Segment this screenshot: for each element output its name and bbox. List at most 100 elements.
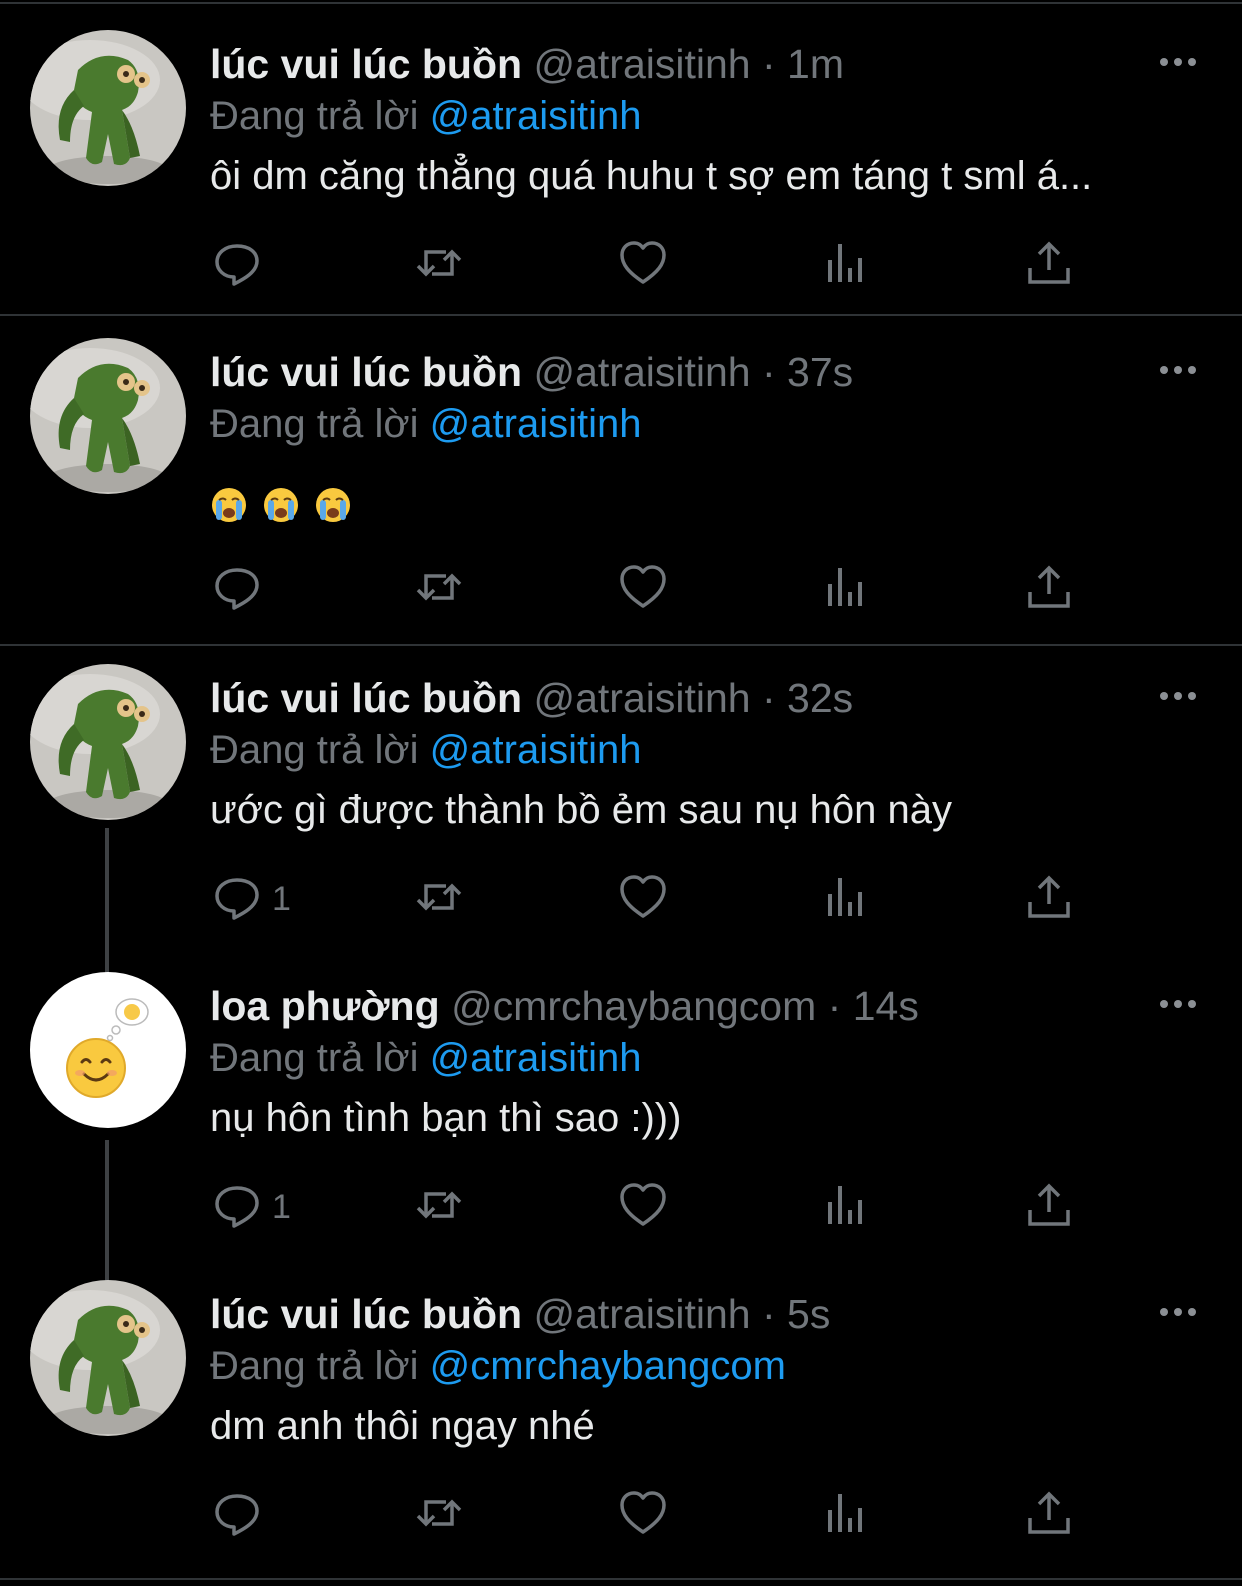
reply-mention[interactable]: @atraisitinh xyxy=(430,1036,642,1080)
tweet-text xyxy=(210,476,366,528)
tweet-header: lúc vui lúc buồn @atraisitinh · 32s xyxy=(210,672,853,724)
more-options-icon[interactable] xyxy=(1158,684,1198,708)
replying-to: Đang trả lời @atraisitinh xyxy=(210,90,641,142)
like-button[interactable] xyxy=(618,235,668,295)
tweet-text: ôi dm căng thẳng quá huhu t sợ em táng t… xyxy=(210,154,1093,198)
timestamp[interactable]: 5s xyxy=(787,1291,830,1337)
divider xyxy=(0,1578,1242,1580)
user-handle[interactable]: @atraisitinh xyxy=(533,349,750,395)
user-handle[interactable]: @atraisitinh xyxy=(533,41,750,87)
tweet-text: nụ hôn tình bạn thì sao :))) xyxy=(210,1096,682,1140)
views-icon xyxy=(822,1180,872,1235)
retweet-icon xyxy=(414,238,464,293)
separator-dot: · xyxy=(761,41,776,87)
views-button[interactable] xyxy=(822,1177,872,1237)
user-handle[interactable]: @atraisitinh xyxy=(533,1291,750,1337)
more-options-icon[interactable] xyxy=(1158,50,1198,74)
separator-dot: · xyxy=(761,1291,776,1337)
like-icon xyxy=(618,562,668,617)
views-button[interactable] xyxy=(822,235,872,295)
reply-mention[interactable]: @atraisitinh xyxy=(430,94,642,138)
avatar[interactable] xyxy=(30,972,186,1128)
share-icon xyxy=(1024,562,1074,617)
share-button[interactable] xyxy=(1024,1177,1074,1237)
user-handle[interactable]: @cmrchaybangcom xyxy=(451,983,816,1029)
views-button[interactable] xyxy=(822,559,872,619)
share-icon xyxy=(1024,238,1074,293)
more-options-icon[interactable] xyxy=(1158,358,1198,382)
more-options-icon[interactable] xyxy=(1158,992,1198,1016)
loudly-crying-face-emoji xyxy=(210,485,248,523)
replying-to: Đang trả lời @atraisitinh xyxy=(210,398,641,450)
reply-icon xyxy=(212,1488,262,1543)
tweet[interactable]: lúc vui lúc buồn @atraisitinh · 32s Đang… xyxy=(0,664,1242,972)
separator-dot: · xyxy=(761,675,776,721)
views-button[interactable] xyxy=(822,869,872,929)
reply-button[interactable] xyxy=(212,235,262,295)
tweet[interactable]: lúc vui lúc buồn @atraisitinh · 5s Đang … xyxy=(0,1280,1242,1578)
like-button[interactable] xyxy=(618,1177,668,1237)
reply-button[interactable] xyxy=(212,559,262,619)
tweet[interactable]: lúc vui lúc buồn @atraisitinh · 1m Đang … xyxy=(0,30,1242,314)
reply-icon xyxy=(212,238,262,293)
avatar[interactable] xyxy=(30,30,186,186)
share-button[interactable] xyxy=(1024,235,1074,295)
reply-count: 1 xyxy=(272,879,291,918)
views-icon xyxy=(822,872,872,927)
timestamp[interactable]: 32s xyxy=(787,675,853,721)
like-icon xyxy=(618,872,668,927)
separator-dot: · xyxy=(827,983,842,1029)
views-button[interactable] xyxy=(822,1485,872,1545)
retweet-button[interactable] xyxy=(414,1177,464,1237)
like-button[interactable] xyxy=(618,559,668,619)
reply-mention[interactable]: @cmrchaybangcom xyxy=(430,1344,786,1388)
like-button[interactable] xyxy=(618,869,668,929)
replying-to: Đang trả lời @atraisitinh xyxy=(210,1032,641,1084)
timestamp[interactable]: 14s xyxy=(853,983,919,1029)
share-icon xyxy=(1024,1488,1074,1543)
display-name[interactable]: lúc vui lúc buồn xyxy=(210,1291,522,1337)
share-button[interactable] xyxy=(1024,869,1074,929)
tweet[interactable]: lúc vui lúc buồn @atraisitinh · 37s Đang… xyxy=(0,338,1242,644)
share-button[interactable] xyxy=(1024,1485,1074,1545)
action-bar xyxy=(0,235,1242,295)
share-button[interactable] xyxy=(1024,559,1074,619)
divider xyxy=(0,2,1242,4)
reply-mention[interactable]: @atraisitinh xyxy=(430,728,642,772)
retweet-button[interactable] xyxy=(414,1485,464,1545)
loudly-crying-face-emoji xyxy=(262,485,300,523)
user-handle[interactable]: @atraisitinh xyxy=(533,675,750,721)
retweet-button[interactable] xyxy=(414,869,464,929)
share-icon xyxy=(1024,1180,1074,1235)
avatar[interactable] xyxy=(30,1280,186,1436)
display-name[interactable]: loa phường xyxy=(210,983,440,1029)
action-bar xyxy=(0,559,1242,619)
display-name[interactable]: lúc vui lúc buồn xyxy=(210,349,522,395)
more-options-icon[interactable] xyxy=(1158,1300,1198,1324)
reply-button[interactable]: 1 xyxy=(212,1177,291,1237)
reply-button[interactable] xyxy=(212,1485,262,1545)
timestamp[interactable]: 37s xyxy=(787,349,853,395)
reply-button[interactable]: 1 xyxy=(212,869,291,929)
like-icon xyxy=(618,1180,668,1235)
avatar[interactable] xyxy=(30,338,186,494)
reply-mention[interactable]: @atraisitinh xyxy=(430,402,642,446)
timestamp[interactable]: 1m xyxy=(787,41,844,87)
display-name[interactable]: lúc vui lúc buồn xyxy=(210,41,522,87)
action-bar: 1 xyxy=(0,869,1242,929)
divider xyxy=(0,314,1242,316)
tweet-header: loa phường @cmrchaybangcom · 14s xyxy=(210,980,919,1032)
retweet-icon xyxy=(414,562,464,617)
share-icon xyxy=(1024,872,1074,927)
retweet-button[interactable] xyxy=(414,235,464,295)
replying-label: Đang trả lời xyxy=(210,1036,419,1080)
like-button[interactable] xyxy=(618,1485,668,1545)
display-name[interactable]: lúc vui lúc buồn xyxy=(210,675,522,721)
avatar[interactable] xyxy=(30,664,186,820)
action-bar xyxy=(0,1485,1242,1545)
tweet-header: lúc vui lúc buồn @atraisitinh · 1m xyxy=(210,38,844,90)
reply-icon xyxy=(212,872,262,927)
retweet-button[interactable] xyxy=(414,559,464,619)
tweet[interactable]: loa phường @cmrchaybangcom · 14s Đang tr… xyxy=(0,972,1242,1280)
replying-label: Đang trả lời xyxy=(210,402,419,446)
